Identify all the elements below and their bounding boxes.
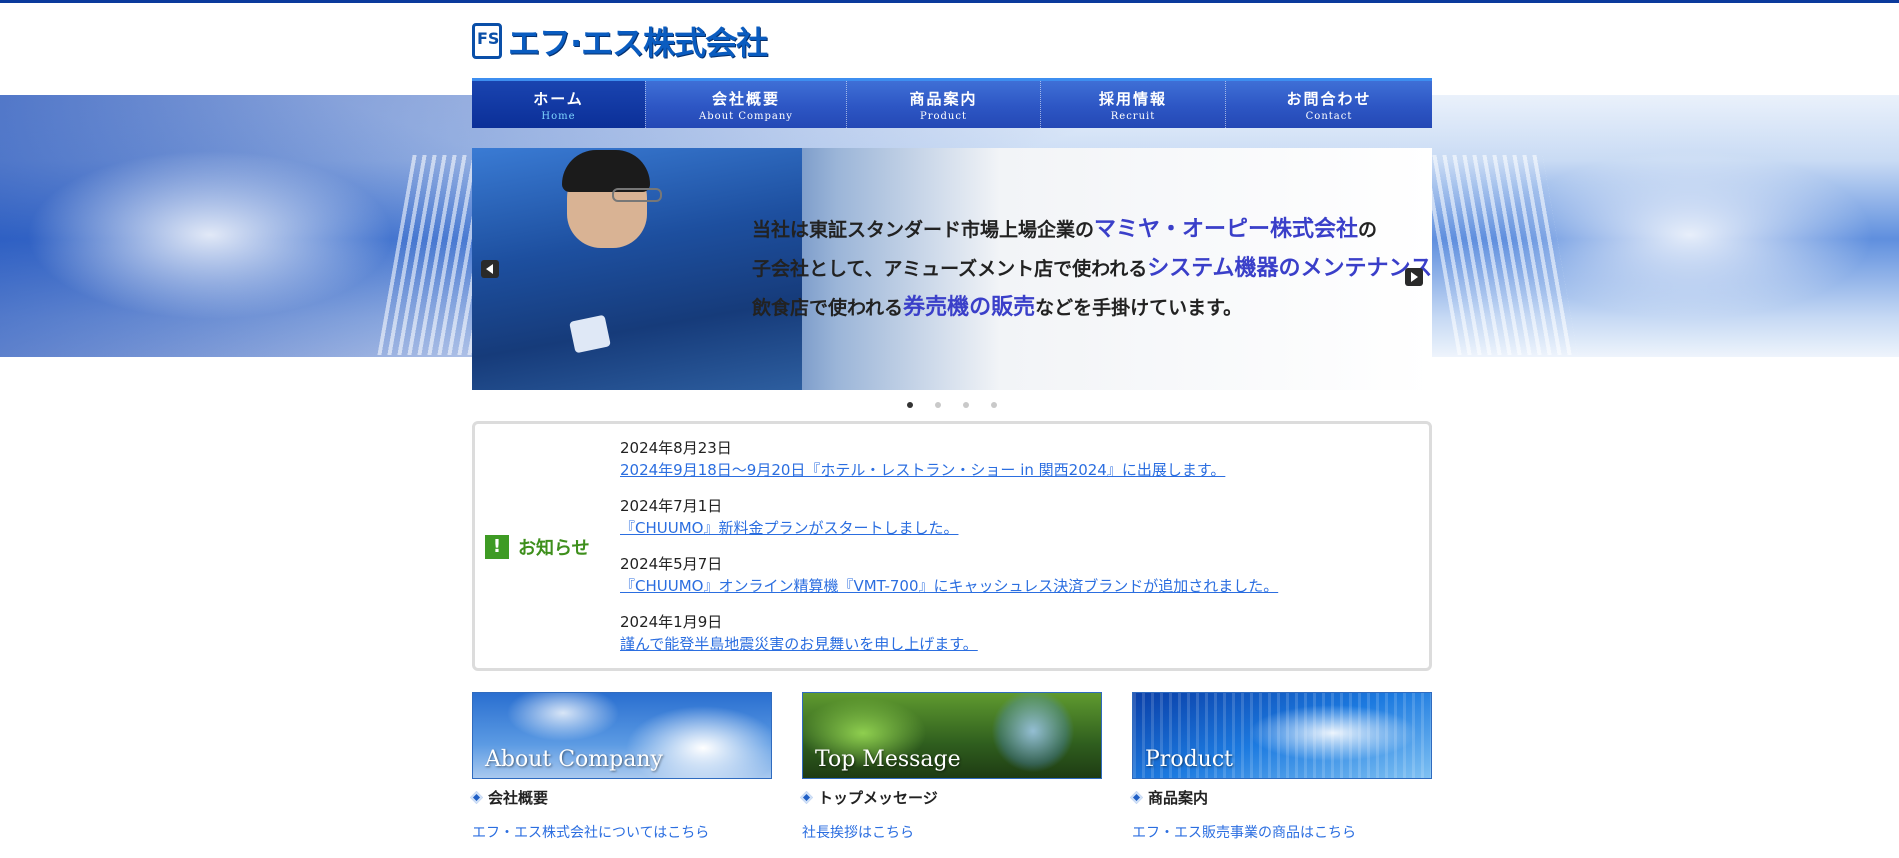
card-title: 商品案内 <box>1130 787 1432 808</box>
nav-sublabel: About Company <box>699 110 793 122</box>
news-item: 2024年8月23日 2024年9月18日〜9月20日『ホテル・レストラン・ショ… <box>620 437 1278 495</box>
news-item: 2024年5月7日 『CHUUMO』オンライン精算機『VMT-700』にキャッシ… <box>620 553 1278 611</box>
news-title: お知らせ <box>518 538 590 559</box>
diamond-bullet-icon <box>1130 791 1143 804</box>
hero-slider: 当社は東証スタンダード市場上場企業のマミヤ・オーピー株式会社の 子会社として、ア… <box>472 148 1432 390</box>
card-title: トップメッセージ <box>800 787 1102 808</box>
nav-sublabel: Recruit <box>1110 110 1156 122</box>
nav-label: 採用情報 <box>1098 89 1167 108</box>
card-about-company: About Company 会社概要 エフ・エス株式会社についてはこちら <box>470 692 772 842</box>
slider-dot-1[interactable] <box>907 402 913 408</box>
nav-product[interactable]: 商品案内 Product <box>846 81 1040 128</box>
news-panel: ! お知らせ 2024年8月23日 2024年9月18日〜9月20日『ホテル・レ… <box>472 421 1432 671</box>
logo-mark-text: FS <box>477 29 500 48</box>
card-caption: About Company <box>485 747 663 772</box>
site-logo[interactable]: FS エフ·エス株式会社 <box>472 22 768 62</box>
news-date: 2024年8月23日 <box>620 439 732 457</box>
nav-sublabel: Contact <box>1305 110 1353 122</box>
news-item: 2024年7月1日 『CHUUMO』新料金プランがスタートしました。 <box>620 495 1278 553</box>
nav-contact[interactable]: お問合わせ Contact <box>1225 81 1432 128</box>
nav-about-company[interactable]: 会社概要 About Company <box>645 81 846 128</box>
news-heading: ! お知らせ <box>485 534 590 560</box>
exclamation-icon: ! <box>485 535 509 559</box>
global-nav: ホーム Home 会社概要 About Company 商品案内 Product… <box>472 78 1432 128</box>
news-date: 2024年7月1日 <box>620 497 723 515</box>
company-badge <box>569 314 611 354</box>
top-border-line <box>0 0 1899 3</box>
slider-dot-2[interactable] <box>935 402 941 408</box>
slide-line-2: 子会社として、アミューズメント店で使われるシステム機器のメンテナンス、 <box>752 255 1432 281</box>
logo-text: エフ·エス株式会社 <box>508 24 768 62</box>
slider-next-arrow-icon[interactable] <box>1405 268 1423 286</box>
card-image-sky[interactable]: About Company <box>472 692 772 779</box>
news-link[interactable]: 『CHUUMO』新料金プランがスタートしました。 <box>620 517 1278 539</box>
nav-sublabel: Product <box>920 110 967 122</box>
news-date: 2024年1月9日 <box>620 613 723 631</box>
fs-logo-icon: FS <box>472 23 502 59</box>
card-caption: Top Message <box>815 747 961 772</box>
card-title: 会社概要 <box>470 787 772 808</box>
slider-pagination <box>472 398 1432 412</box>
feature-cards: About Company 会社概要 エフ・エス株式会社についてはこちら Top… <box>470 692 1432 842</box>
slide-line-3: 飲食店で使われる券売機の販売などを手掛けています。 <box>752 294 1243 320</box>
card-link[interactable]: エフ・エス株式会社についてはこちら <box>472 822 772 842</box>
nav-home[interactable]: ホーム Home <box>472 81 645 128</box>
nav-recruit[interactable]: 採用情報 Recruit <box>1040 81 1225 128</box>
card-link[interactable]: エフ・エス販売事業の商品はこちら <box>1132 822 1432 842</box>
slider-prev-arrow-icon[interactable] <box>481 260 499 278</box>
news-link[interactable]: 『CHUUMO』オンライン精算機『VMT-700』にキャッシュレス決済ブランドが… <box>620 575 1278 597</box>
slide-line-1: 当社は東証スタンダード市場上場企業のマミヤ・オーピー株式会社の <box>752 216 1378 242</box>
card-product: Product 商品案内 エフ・エス販売事業の商品はこちら <box>1130 692 1432 842</box>
nav-label: お問合わせ <box>1286 89 1372 108</box>
diamond-bullet-icon <box>800 791 813 804</box>
card-image-digital[interactable]: Product <box>1132 692 1432 779</box>
news-link[interactable]: 謹んで能登半島地震災害のお見舞いを申し上げます。 <box>620 633 1278 655</box>
card-link[interactable]: 社長挨拶はこちら <box>802 822 1102 842</box>
nav-label: ホーム <box>533 89 584 108</box>
news-link[interactable]: 2024年9月18日〜9月20日『ホテル・レストラン・ショー in 関西2024… <box>620 459 1278 481</box>
card-caption: Product <box>1145 747 1233 772</box>
card-image-bubble[interactable]: Top Message <box>802 692 1102 779</box>
news-item: 2024年1月9日 謹んで能登半島地震災害のお見舞いを申し上げます。 <box>620 611 1278 669</box>
nav-label: 商品案内 <box>909 89 978 108</box>
news-date: 2024年5月7日 <box>620 555 723 573</box>
news-list: 2024年8月23日 2024年9月18日〜9月20日『ホテル・レストラン・ショ… <box>620 437 1278 669</box>
nav-label: 会社概要 <box>711 89 780 108</box>
slide-caption: 当社は東証スタンダード市場上場企業のマミヤ・オーピー株式会社の 子会社として、ア… <box>752 210 1432 327</box>
slider-dot-3[interactable] <box>963 402 969 408</box>
diamond-bullet-icon <box>470 791 483 804</box>
slider-dot-4[interactable] <box>991 402 997 408</box>
nav-sublabel: Home <box>541 110 576 122</box>
card-top-message: Top Message トップメッセージ 社長挨拶はこちら <box>800 692 1102 842</box>
